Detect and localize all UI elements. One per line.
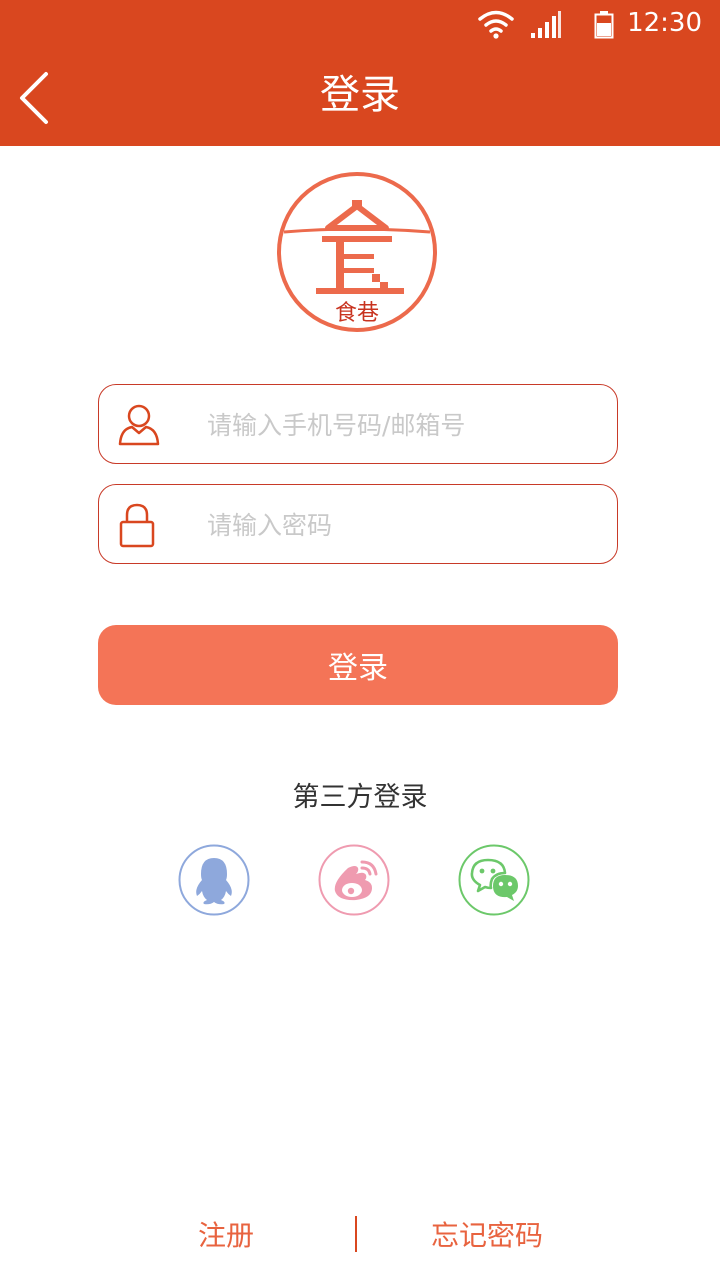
forgot-password-link[interactable]: 忘记密码 [431,1214,543,1254]
weibo-icon [318,844,390,916]
logo-text: 食巷 [335,301,379,326]
qq-login-button[interactable] [178,844,250,916]
page-title: 登录 [320,72,400,118]
status-time: 12:30 [627,8,702,38]
wechat-login-button[interactable] [458,844,530,916]
user-icon [118,404,160,446]
login-button[interactable]: 登录 [98,625,618,705]
signal-icon [531,11,561,38]
password-input[interactable] [205,485,599,565]
account-field[interactable] [98,384,618,465]
account-input[interactable] [205,385,599,465]
status-bar: 12:30 [0,0,720,50]
battery-icon [594,11,614,39]
logo-emblem-icon: 食巷 [277,172,437,332]
app-logo: 食巷 [276,170,438,338]
third-party-login-title: 第三方登录 [292,782,428,813]
password-field[interactable] [98,484,618,565]
qq-icon [178,844,250,916]
app-header: 12:30 登录 [0,0,720,146]
wechat-icon [458,844,530,916]
weibo-login-button[interactable] [318,844,390,916]
wifi-icon [478,10,514,39]
lock-icon [119,503,155,548]
register-link[interactable]: 注册 [198,1214,254,1254]
footer-divider [355,1216,357,1252]
